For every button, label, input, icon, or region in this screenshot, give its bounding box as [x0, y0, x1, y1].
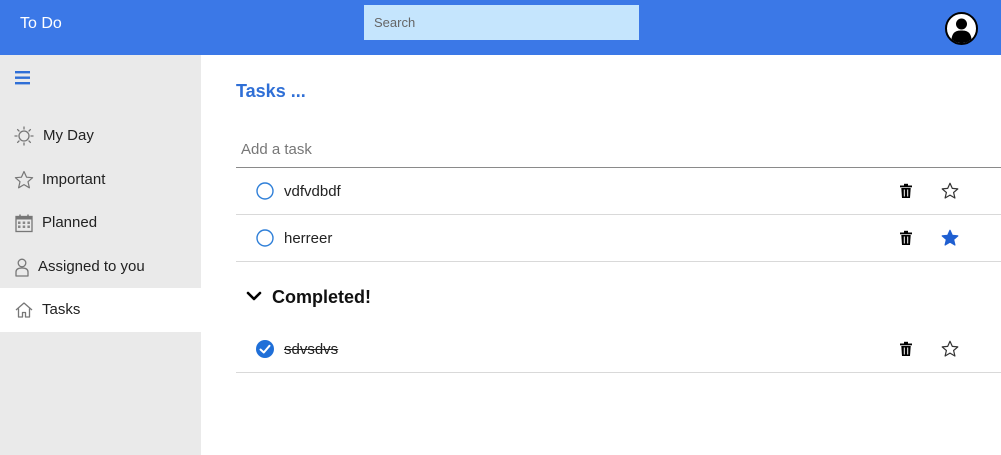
star-outline-icon: [14, 170, 34, 189]
star-outline-icon[interactable]: [941, 340, 959, 358]
task-row[interactable]: vdfvdbdf: [236, 168, 1001, 215]
completed-section-label: Completed!: [272, 287, 371, 307]
task-row[interactable]: sdvsdvs: [236, 326, 1001, 373]
sidebar-item-my-day[interactable]: My Day: [0, 114, 201, 158]
main-content: Tasks ... vdfvdbdf herreer: [201, 55, 1001, 455]
sidebar-item-label: Important: [42, 171, 106, 188]
trash-icon[interactable]: [899, 230, 913, 246]
search-input[interactable]: [364, 5, 639, 40]
top-bar: To Do: [0, 0, 1001, 55]
star-outline-icon[interactable]: [941, 182, 959, 200]
sidebar-item-label: Planned: [42, 214, 98, 231]
unchecked-circle-icon[interactable]: [256, 229, 274, 247]
sidebar: My Day Important Planned Assigned to you: [0, 55, 201, 455]
list-title[interactable]: Tasks ...: [236, 80, 306, 102]
unchecked-circle-icon[interactable]: [256, 182, 274, 200]
task-row[interactable]: herreer: [236, 215, 1001, 262]
sidebar-item-assigned-to-you[interactable]: Assigned to you: [0, 245, 201, 289]
hamburger-menu-icon[interactable]: [13, 69, 33, 87]
add-task-input[interactable]: [236, 132, 1001, 168]
user-avatar-icon[interactable]: [945, 12, 978, 45]
star-filled-icon[interactable]: [941, 229, 959, 247]
sidebar-item-label: Assigned to you: [38, 258, 145, 275]
person-icon: [15, 258, 29, 277]
task-title: herreer: [284, 230, 333, 247]
chevron-down-icon: [246, 291, 262, 301]
trash-icon[interactable]: [899, 341, 913, 357]
sun-icon: [14, 126, 34, 146]
sidebar-item-label: My Day: [43, 127, 94, 144]
sidebar-item-tasks[interactable]: Tasks: [0, 288, 201, 332]
sidebar-item-planned[interactable]: Planned: [0, 201, 201, 245]
task-title: vdfvdbdf: [284, 183, 341, 200]
home-icon: [15, 302, 33, 318]
task-title: sdvsdvs: [284, 341, 339, 358]
app-title: To Do: [20, 15, 62, 32]
sidebar-item-label: Tasks: [42, 301, 81, 318]
checked-circle-icon[interactable]: [256, 340, 274, 358]
trash-icon[interactable]: [899, 183, 913, 199]
sidebar-item-important[interactable]: Important: [0, 158, 201, 202]
calendar-icon: [15, 214, 33, 233]
